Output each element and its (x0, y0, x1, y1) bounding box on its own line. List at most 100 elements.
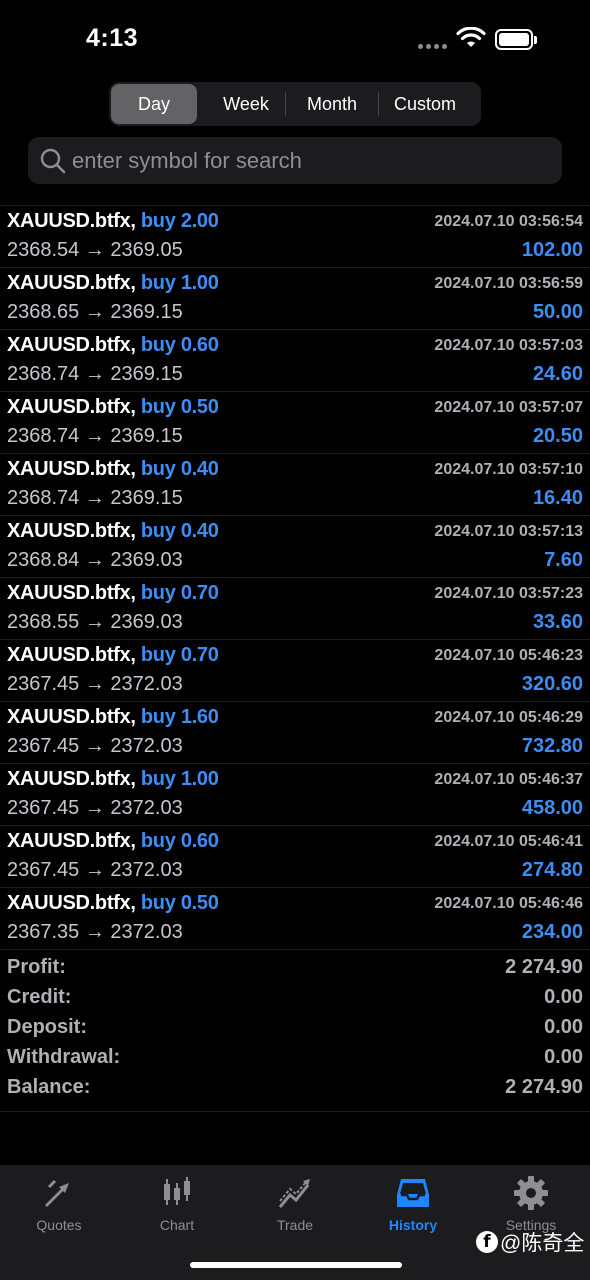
deal-row[interactable]: XAUUSD.btfx, buy 0.50 2024.07.10 03:57:07… (0, 392, 590, 454)
symbol-separator: , (130, 458, 141, 480)
symbol-name: XAUUSD.btfx (7, 582, 131, 604)
deal-profit: 234.00 (521, 921, 583, 943)
deal-profit: 102.00 (521, 239, 583, 261)
deal-row[interactable]: XAUUSD.btfx, buy 2.00 2024.07.10 03:56:54… (0, 206, 590, 268)
summary-row: Balance: 2 274.90 (0, 1076, 590, 1106)
symbol-separator: , (130, 396, 141, 418)
deal-prices: 2368.74 → 2369.15 (7, 363, 183, 386)
open-price: 2368.74 (7, 363, 80, 385)
deal-row[interactable]: XAUUSD.btfx, buy 0.50 2024.07.10 05:46:46… (0, 888, 590, 950)
search-bar[interactable] (28, 137, 562, 184)
tabbar-trade[interactable]: Trade (236, 1165, 354, 1245)
deal-volume: 1.60 (180, 706, 219, 728)
deal-symbol: XAUUSD.btfx, buy 0.50 (7, 396, 219, 419)
deal-profit: 20.50 (532, 425, 583, 447)
home-indicator[interactable] (190, 1262, 402, 1268)
account-summary: Profit: 2 274.90 Credit: 0.00 Deposit: 0.00 Wi… (0, 956, 590, 1112)
summary-label: Balance: (7, 1076, 91, 1098)
arrow-right-icon: → (79, 239, 111, 261)
open-price: 2368.55 (7, 611, 80, 633)
arrow-right-icon: → (79, 859, 111, 881)
deal-prices: 2368.74 → 2369.15 (7, 425, 183, 448)
symbol-separator: , (130, 892, 141, 914)
open-price: 2368.84 (7, 549, 80, 571)
deal-prices: 2368.65 → 2369.15 (7, 301, 183, 324)
deal-time: 2024.07.10 05:46:41 (434, 833, 583, 850)
symbol-separator: , (130, 210, 141, 232)
tab-week[interactable]: Week (207, 84, 285, 124)
symbol-separator: , (130, 334, 141, 356)
trade-icon (278, 1179, 310, 1208)
symbol-separator: , (130, 768, 141, 790)
close-price: 2369.15 (110, 301, 183, 323)
symbol-name: XAUUSD.btfx (7, 520, 131, 542)
deal-row[interactable]: XAUUSD.btfx, buy 0.70 2024.07.10 03:57:23… (0, 578, 590, 640)
open-price: 2368.54 (7, 239, 80, 261)
deal-row[interactable]: XAUUSD.btfx, buy 0.70 2024.07.10 05:46:23… (0, 640, 590, 702)
tabbar-quotes[interactable]: Quotes (0, 1165, 118, 1245)
deal-symbol: XAUUSD.btfx, buy 2.00 (7, 210, 219, 233)
tabbar-label: Trade (276, 1217, 314, 1233)
deal-row[interactable]: XAUUSD.btfx, buy 1.60 2024.07.10 05:46:29… (0, 702, 590, 764)
deal-list: XAUUSD.btfx, buy 2.00 2024.07.10 03:56:54… (0, 205, 590, 950)
tab-custom[interactable]: Custom (379, 84, 471, 124)
deal-profit: 320.60 (521, 673, 583, 695)
deal-prices: 2367.35 → 2372.03 (7, 921, 183, 944)
symbol-name: XAUUSD.btfx (7, 830, 131, 852)
deal-time: 2024.07.10 03:57:03 (434, 337, 583, 354)
symbol-separator: , (130, 644, 141, 666)
open-price: 2368.74 (7, 487, 80, 509)
deal-prices: 2368.54 → 2369.05 (7, 239, 183, 262)
deal-row[interactable]: XAUUSD.btfx, buy 1.00 2024.07.10 05:46:37… (0, 764, 590, 826)
symbol-name: XAUUSD.btfx (7, 706, 131, 728)
deal-volume: 0.60 (180, 830, 219, 852)
deal-volume: 0.40 (180, 458, 219, 480)
tab-day[interactable]: Day (111, 84, 197, 124)
deal-row[interactable]: XAUUSD.btfx, buy 0.40 2024.07.10 03:57:10… (0, 454, 590, 516)
deal-side: buy (140, 830, 176, 852)
deal-volume: 1.00 (180, 768, 219, 790)
summary-row: Withdrawal: 0.00 (0, 1046, 590, 1076)
deal-profit: 732.80 (521, 735, 583, 757)
deal-row[interactable]: XAUUSD.btfx, buy 0.40 2024.07.10 03:57:13… (0, 516, 590, 578)
search-input[interactable] (72, 147, 552, 174)
summary-value: 2 274.90 (505, 956, 583, 978)
deal-symbol: XAUUSD.btfx, buy 0.70 (7, 644, 219, 667)
deal-symbol: XAUUSD.btfx, buy 1.00 (7, 768, 219, 791)
open-price: 2367.35 (7, 921, 80, 943)
deal-side: buy (140, 768, 176, 790)
deal-profit: 24.60 (532, 363, 583, 385)
close-price: 2372.03 (110, 735, 183, 757)
close-price: 2372.03 (110, 921, 183, 943)
tabbar-label: Quotes (36, 1217, 82, 1233)
summary-value: 0.00 (544, 1046, 583, 1068)
tabbar-chart[interactable]: Chart (118, 1165, 236, 1245)
arrow-right-icon: → (79, 425, 111, 447)
open-price: 2368.65 (7, 301, 80, 323)
deal-row[interactable]: XAUUSD.btfx, buy 0.60 2024.07.10 03:57:03… (0, 330, 590, 392)
deal-volume: 0.40 (180, 520, 219, 542)
watermark-text: @陈奇全 (500, 1232, 585, 1255)
search-icon (40, 148, 66, 173)
deal-prices: 2368.74 → 2369.15 (7, 487, 183, 510)
symbol-separator: , (130, 272, 141, 294)
deal-row[interactable]: XAUUSD.btfx, buy 1.00 2024.07.10 03:56:59… (0, 268, 590, 330)
symbol-separator: , (130, 830, 141, 852)
tab-month[interactable]: Month (286, 84, 378, 124)
chart-icon (164, 1177, 190, 1205)
arrow-right-icon: → (79, 797, 111, 819)
close-price: 2372.03 (110, 673, 183, 695)
deal-symbol: XAUUSD.btfx, buy 0.60 (7, 830, 219, 853)
symbol-separator: , (130, 520, 141, 542)
deal-volume: 0.70 (180, 582, 219, 604)
close-price: 2369.05 (110, 239, 183, 261)
symbol-name: XAUUSD.btfx (7, 644, 131, 666)
deal-row[interactable]: XAUUSD.btfx, buy 0.60 2024.07.10 05:46:41… (0, 826, 590, 888)
arrow-right-icon: → (79, 611, 111, 633)
cellular-signal-icon (418, 44, 447, 49)
deal-symbol: XAUUSD.btfx, buy 0.50 (7, 892, 219, 915)
deal-time: 2024.07.10 05:46:46 (434, 895, 583, 912)
deal-volume: 2.00 (180, 210, 219, 232)
tabbar-history[interactable]: History (354, 1165, 472, 1245)
summary-label: Profit: (7, 956, 66, 978)
